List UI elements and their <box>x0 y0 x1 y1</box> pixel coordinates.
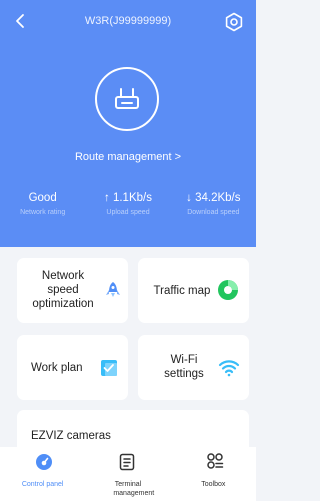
terminal-icon <box>120 453 135 471</box>
nav-terminal-label: Terminal management <box>113 481 155 497</box>
nav-toolbox-label: Toolbox <box>201 481 226 488</box>
upload-speed-value: ↑ 1.1Kb/s <box>104 192 152 204</box>
router-icon-button[interactable] <box>95 67 159 131</box>
upload-speed-label: Upload speed <box>106 209 150 216</box>
nav-terminal-management[interactable]: Terminal management <box>85 447 170 501</box>
download-speed-value: ↓ 34.2Kb/s <box>186 192 241 204</box>
router-icon <box>115 88 139 109</box>
nav-control-panel[interactable]: Control panel <box>0 447 85 501</box>
traffic-map-card[interactable]: Traffic map <box>138 258 249 323</box>
network-rating-label: Network rating <box>20 209 66 216</box>
ezviz-cameras-label: EZVIZ cameras <box>31 430 111 442</box>
settings-icon[interactable] <box>224 12 244 32</box>
upload-speed-stat: ↑ 1.1Kb/s Upload speed <box>85 192 170 216</box>
work-plan-card[interactable]: Work plan <box>17 335 128 400</box>
network-speed-card[interactable]: Network speed optimization <box>17 258 128 323</box>
wifi-icon <box>218 360 240 377</box>
control-panel-icon <box>36 454 52 470</box>
bottom-nav: Control panel Terminal management Toolbo… <box>0 447 256 501</box>
network-speed-label: Network speed optimization <box>32 270 94 310</box>
nav-toolbox[interactable]: Toolbox <box>171 447 256 501</box>
work-plan-label: Work plan <box>31 362 83 374</box>
top-bar: W3R(J99999999) <box>0 0 256 44</box>
nav-control-panel-label: Control panel <box>21 481 64 488</box>
network-rating-value: Good <box>28 192 57 204</box>
header-panel: W3R(J99999999) Route management > Good N… <box>0 0 256 247</box>
traffic-map-label: Traffic map <box>153 285 211 297</box>
work-plan-checkbox-icon <box>101 360 117 376</box>
traffic-map-icon <box>218 280 238 300</box>
wifi-settings-label: Wi-Fi settings <box>164 354 204 380</box>
toolbox-icon <box>206 453 223 469</box>
download-speed-label: Download speed <box>187 209 240 216</box>
wifi-settings-card[interactable]: Wi-Fi settings <box>138 335 249 400</box>
download-speed-stat: ↓ 34.2Kb/s Download speed <box>171 192 256 216</box>
page-title: W3R(J99999999) <box>84 15 172 27</box>
rocket-icon <box>106 282 120 297</box>
network-rating-stat: Good Network rating <box>0 192 85 216</box>
route-management-link[interactable]: Route management > <box>0 151 256 163</box>
stats-row: Good Network rating ↑ 1.1Kb/s Upload spe… <box>0 192 256 216</box>
